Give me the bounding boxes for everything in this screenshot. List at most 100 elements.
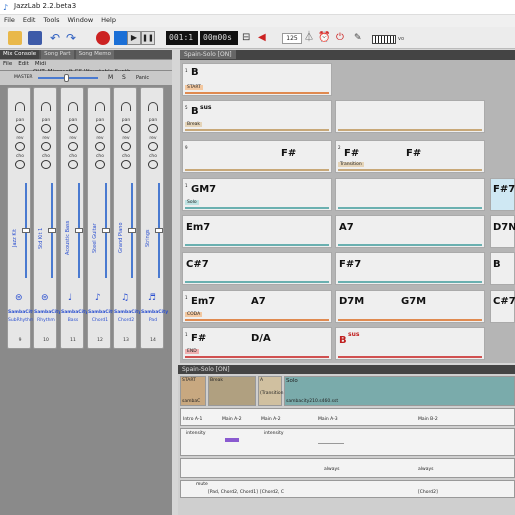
loop-icon[interactable]: ⊟ bbox=[242, 31, 256, 45]
master-volume-thumb[interactable] bbox=[64, 74, 69, 82]
headphones-icon[interactable] bbox=[148, 102, 158, 111]
menu-window[interactable]: Window bbox=[64, 15, 98, 25]
undo-icon[interactable]: ↶ bbox=[50, 31, 64, 45]
headphones-icon[interactable] bbox=[15, 102, 25, 111]
headphones-icon[interactable] bbox=[68, 102, 78, 111]
save-icon[interactable] bbox=[28, 31, 42, 45]
fill-always[interactable]: always bbox=[418, 467, 433, 472]
cho-knob-icon[interactable] bbox=[41, 160, 51, 169]
menu-tools[interactable]: Tools bbox=[39, 15, 63, 25]
cho-knob-icon[interactable] bbox=[15, 160, 25, 169]
redo-icon[interactable]: ↷ bbox=[66, 31, 80, 45]
style-name: SambaCity bbox=[114, 310, 142, 315]
pan-knob-icon[interactable] bbox=[68, 124, 78, 133]
variation-value[interactable]: Main A-2 bbox=[222, 417, 242, 422]
headphones-icon[interactable] bbox=[121, 102, 131, 111]
variation-value[interactable]: Main A-2 bbox=[261, 417, 281, 422]
rev-knob-icon[interactable] bbox=[121, 142, 131, 151]
chord-bar[interactable]: 1 Em7 A7 CODA bbox=[182, 290, 332, 323]
pan-knob-icon[interactable] bbox=[95, 124, 105, 133]
master-mute-button[interactable]: M bbox=[108, 74, 113, 81]
chord-bar[interactable]: 5 B sus Break bbox=[182, 100, 332, 133]
rev-knob-icon[interactable] bbox=[15, 142, 25, 151]
tab-mix-console[interactable]: Mix Console bbox=[0, 50, 40, 59]
menu-edit[interactable]: Edit bbox=[19, 15, 40, 25]
volume-thumb[interactable] bbox=[22, 228, 30, 233]
chord-bar[interactable]: Em7 bbox=[182, 215, 332, 248]
metronome-icon[interactable]: ⏃ bbox=[304, 31, 318, 45]
volume-thumb[interactable] bbox=[75, 228, 83, 233]
mix-menu-midi[interactable]: Midi bbox=[32, 60, 49, 68]
variation-value[interactable]: Main A-3 bbox=[318, 417, 338, 422]
tempo-field[interactable]: 125 bbox=[282, 33, 302, 44]
guitar-tool-icon[interactable]: ✎ bbox=[354, 31, 368, 45]
variation-value[interactable]: Intro A-1 bbox=[183, 417, 202, 422]
open-folder-icon[interactable] bbox=[8, 31, 22, 45]
mute-value[interactable]: [Pad, Chord2, Chord1] bbox=[208, 490, 258, 495]
rewind-red-icon[interactable]: ◀ bbox=[258, 31, 272, 45]
chord-bar[interactable]: B bbox=[490, 252, 515, 285]
chord-bar[interactable]: F#7 bbox=[335, 252, 485, 285]
stop-button[interactable] bbox=[114, 31, 128, 45]
song-tab[interactable]: Spain-Solo [ON] bbox=[180, 50, 236, 59]
chord-bar[interactable]: B sus bbox=[335, 327, 485, 360]
part-editor-tab[interactable]: Spain-Solo [ON] bbox=[178, 365, 515, 374]
intensity-graph[interactable] bbox=[318, 443, 344, 444]
mix-menu-file[interactable]: File bbox=[0, 60, 15, 68]
pan-knob-icon[interactable] bbox=[121, 124, 131, 133]
alarm-icon[interactable]: ⏰ bbox=[318, 31, 332, 45]
chord-bar[interactable]: C#7 bbox=[182, 252, 332, 285]
variation-value[interactable]: Main B-2 bbox=[418, 417, 438, 422]
cho-knob-icon[interactable] bbox=[121, 160, 131, 169]
chord-bar[interactable]: 2 F# F# Transition bbox=[335, 140, 485, 173]
rev-knob-icon[interactable] bbox=[95, 142, 105, 151]
chord-symbol: D7M bbox=[339, 296, 365, 307]
record-button[interactable] bbox=[96, 31, 110, 45]
tab-song-part[interactable]: Song Part bbox=[41, 50, 74, 59]
chord-bar[interactable]: 1 GM7 Solo bbox=[182, 178, 332, 211]
intensity-graph[interactable] bbox=[225, 438, 239, 442]
master-solo-button[interactable]: S bbox=[122, 74, 126, 81]
knob-label-pan: pan bbox=[68, 118, 78, 123]
chord-bar[interactable]: 9 F# bbox=[182, 140, 332, 173]
cho-knob-icon[interactable] bbox=[95, 160, 105, 169]
chord-bar[interactable]: D7M G7M bbox=[335, 290, 485, 323]
panic-button[interactable]: Panic bbox=[136, 75, 149, 81]
chord-bar[interactable]: 1 F# D/A END bbox=[182, 327, 332, 360]
menu-file[interactable]: File bbox=[0, 15, 19, 25]
piano-keyboard-icon[interactable] bbox=[372, 35, 396, 44]
rev-knob-icon[interactable] bbox=[41, 142, 51, 151]
pan-knob-icon[interactable] bbox=[41, 124, 51, 133]
pan-knob-icon[interactable] bbox=[15, 124, 25, 133]
channel-strip: pan rev cho Std Kit 1 ⊜ SambaCity Rhythm… bbox=[33, 87, 61, 349]
chord-bar[interactable]: D7N bbox=[490, 215, 515, 248]
chord-bar[interactable]: C#7 bbox=[490, 290, 515, 323]
chord-bar[interactable]: 1 B START bbox=[182, 63, 332, 96]
rev-knob-icon[interactable] bbox=[148, 142, 158, 151]
mute-value[interactable]: [Chord2, C bbox=[260, 490, 284, 495]
chord-bar[interactable] bbox=[335, 178, 485, 211]
volume-thumb[interactable] bbox=[48, 228, 56, 233]
cho-knob-icon[interactable] bbox=[68, 160, 78, 169]
pan-knob-icon[interactable] bbox=[148, 124, 158, 133]
headphones-icon[interactable] bbox=[95, 102, 105, 111]
mix-menu-edit[interactable]: Edit bbox=[15, 60, 32, 68]
cho-knob-icon[interactable] bbox=[148, 160, 158, 169]
knob-label-rev: rev bbox=[149, 136, 157, 141]
volume-thumb[interactable] bbox=[102, 228, 110, 233]
mute-value[interactable]: [Chord2] bbox=[418, 490, 438, 495]
volume-thumb[interactable] bbox=[155, 228, 163, 233]
tab-song-memo[interactable]: Song Memo bbox=[75, 50, 115, 59]
volume-thumb[interactable] bbox=[128, 228, 136, 233]
power-icon[interactable]: ⏻ bbox=[336, 31, 350, 45]
drum-kit-icon: ⊜ bbox=[15, 293, 23, 303]
menu-help[interactable]: Help bbox=[97, 15, 120, 25]
fill-always[interactable]: always bbox=[324, 467, 339, 472]
chord-bar[interactable] bbox=[335, 100, 485, 133]
headphones-icon[interactable] bbox=[41, 102, 51, 111]
chord-bar[interactable]: F#7 bbox=[490, 178, 515, 211]
rev-knob-icon[interactable] bbox=[68, 142, 78, 151]
play-button[interactable]: ▶ bbox=[127, 31, 141, 45]
pause-button[interactable]: ❚❚ bbox=[141, 31, 155, 45]
chord-bar[interactable]: A7 bbox=[335, 215, 485, 248]
